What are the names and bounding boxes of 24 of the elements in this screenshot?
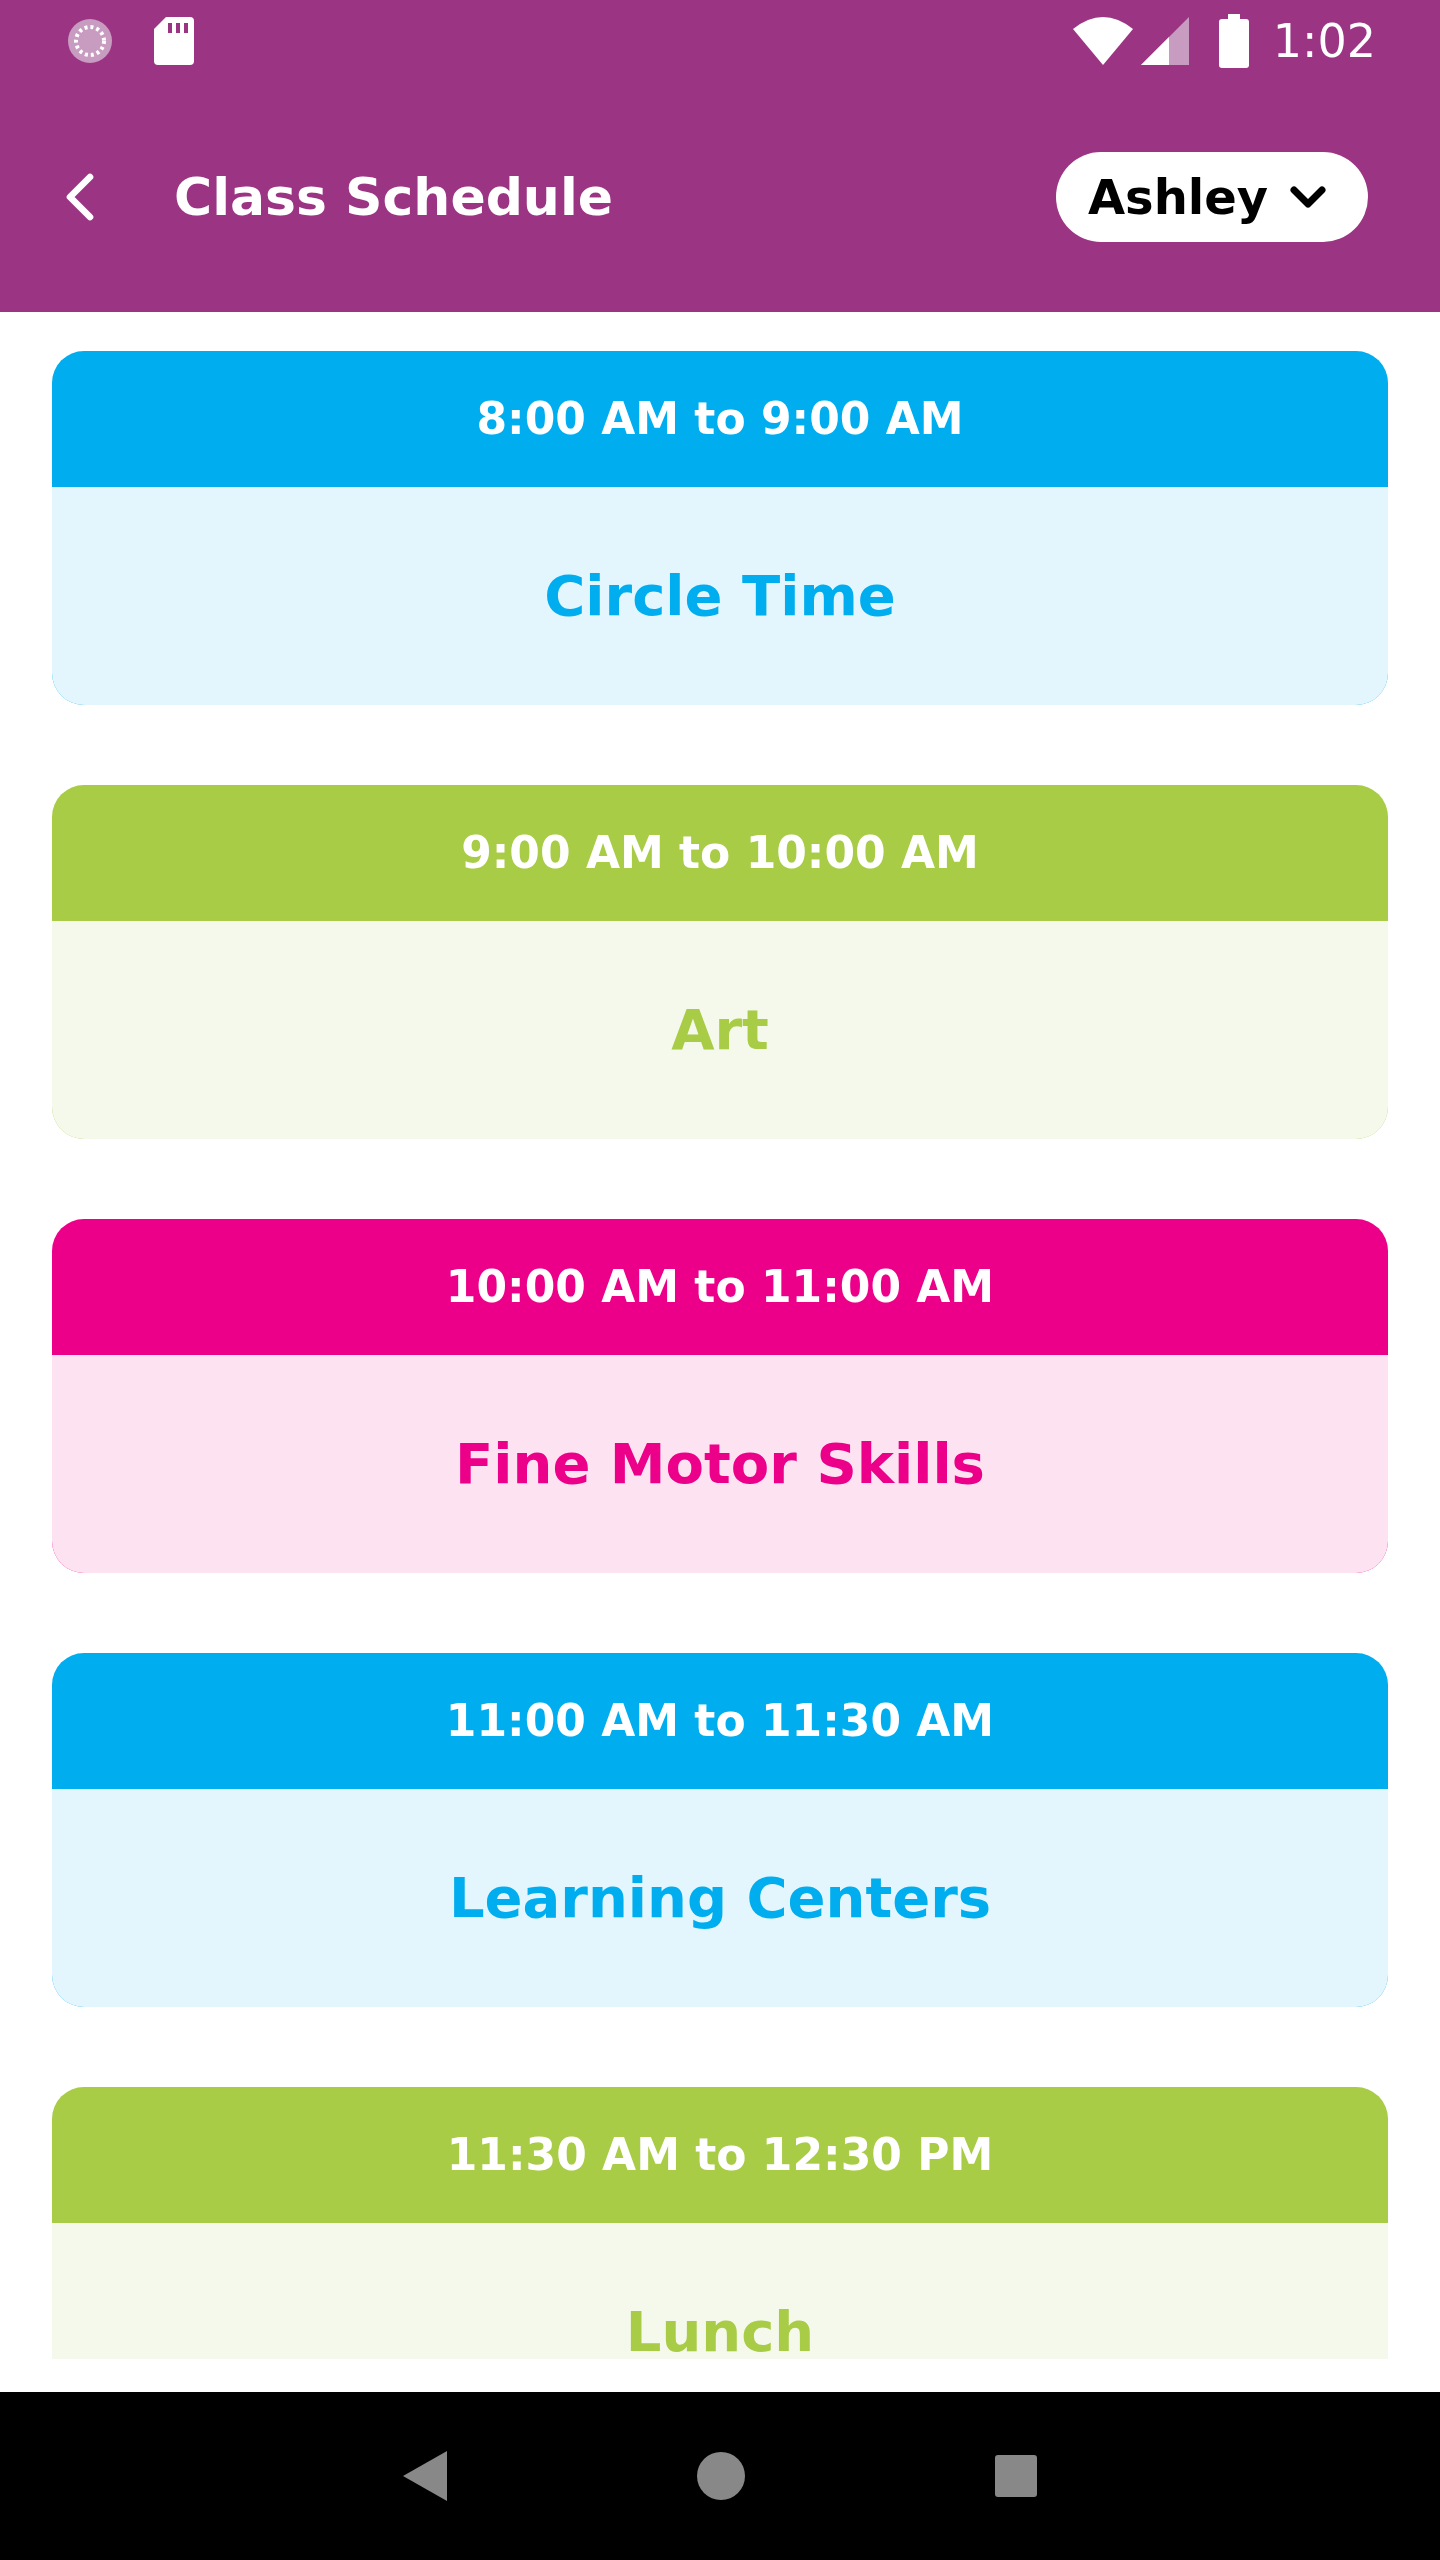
sd-card-icon [154, 17, 194, 65]
time-range: 8:00 AM to 9:00 AM [476, 392, 964, 446]
child-selector[interactable]: Ashley [1056, 152, 1368, 242]
activity-name: Fine Motor Skills [455, 1430, 985, 1498]
time-range: 11:00 AM to 11:30 AM [445, 1694, 995, 1748]
signal-icon [1140, 17, 1189, 65]
time-range: 10:00 AM to 11:00 AM [445, 1260, 995, 1314]
schedule-card[interactable]: 8:00 AM to 9:00 AM Circle Time [52, 351, 1388, 705]
status-time: 1:02 [1272, 12, 1376, 70]
activity-name: Learning Centers [448, 1864, 992, 1932]
schedule-card[interactable]: 10:00 AM to 11:00 AM Fine Motor Skills [52, 1219, 1388, 1573]
battery-icon [1218, 14, 1249, 68]
activity-name: Circle Time [544, 562, 896, 630]
schedule-card[interactable]: 11:30 AM to 12:30 PM Lunch [52, 2087, 1388, 2359]
schedule-card[interactable]: 9:00 AM to 10:00 AM Art [52, 785, 1388, 1139]
schedule-card[interactable]: 11:00 AM to 11:30 AM Learning Centers [52, 1653, 1388, 2007]
back-nav-icon[interactable] [403, 2451, 447, 2501]
wifi-icon [1072, 17, 1133, 65]
time-range: 11:30 AM to 12:30 PM [446, 2128, 994, 2182]
activity-name: Art [671, 996, 769, 1064]
time-range: 9:00 AM to 10:00 AM [461, 826, 979, 880]
activity-name: Lunch [625, 2298, 815, 2359]
home-nav-icon[interactable] [697, 2452, 745, 2500]
page-title: Class Schedule [174, 166, 613, 229]
